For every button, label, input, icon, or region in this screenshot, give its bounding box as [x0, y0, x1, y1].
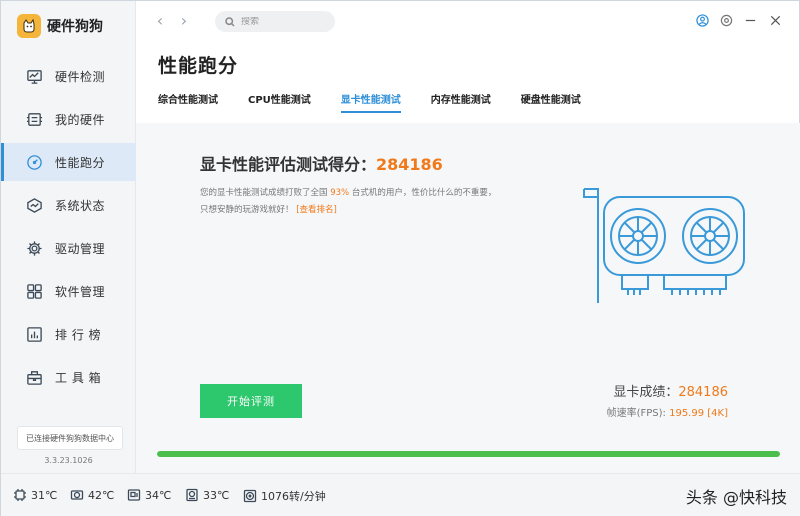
gear-icon — [25, 239, 43, 257]
sidebar-item-label: 排 行 榜 — [55, 327, 102, 342]
brand: 硬件狗狗 — [17, 13, 103, 39]
sidebar-item-label: 软件管理 — [55, 284, 106, 299]
minimize-icon[interactable] — [743, 13, 757, 27]
score-label: 显卡性能评估测试得分： — [200, 155, 377, 174]
toolbox-icon — [25, 368, 43, 386]
ranking-icon — [25, 325, 43, 343]
back-arrow-icon[interactable]: ‹ — [152, 13, 168, 29]
gpu-icon — [70, 490, 84, 500]
search-input[interactable] — [241, 16, 331, 27]
sidebar-item-hardware-detect[interactable]: 硬件检测 — [1, 57, 136, 95]
top-bar: ‹ › — [136, 1, 800, 41]
fan-speed-stat: 1076转/分钟 — [243, 488, 326, 504]
sidebar-item-label: 性能跑分 — [55, 155, 106, 170]
gpu-temp-value: 42℃ — [88, 488, 115, 502]
sidebar-nav: 硬件检测 我的硬件 性能跑分 系统状态 驱动管理 软件管理 排 行 榜 工 具 … — [1, 57, 136, 401]
settings-icon[interactable] — [719, 13, 733, 27]
system-status-icon — [25, 196, 43, 214]
status-bar: 31℃ 42℃ 34℃ 33℃ 1076转/分钟 头条 @快科技 — [1, 473, 800, 516]
tab-gpu[interactable]: 显卡性能测试 — [340, 91, 401, 113]
score-value: 284186 — [376, 155, 443, 174]
fps-label: 帧速率(FPS): — [606, 408, 670, 419]
sidebar: 硬件狗狗 硬件检测 我的硬件 性能跑分 系统状态 驱动管理 软件管理 排 行 榜… — [1, 1, 136, 473]
fan-speed-value: 1076转/分钟 — [261, 490, 326, 503]
gpu-score-line: 显卡成绩：284186 — [607, 381, 728, 400]
sidebar-item-label: 驱动管理 — [55, 241, 106, 256]
score-description: 您的显卡性能测试成绩打败了全国 93% 台式机的用户，性价比什么的不重要，只想安… — [200, 185, 500, 219]
sidebar-item-system-status[interactable]: 系统状态 — [1, 186, 136, 224]
dog-logo-icon — [17, 14, 41, 38]
board-temp-stat: 34℃ — [127, 488, 171, 502]
motherboard-icon — [127, 489, 141, 501]
fan-icon — [243, 489, 257, 503]
benchmark-progress-bar — [157, 451, 780, 457]
desc-percent: 93% — [330, 188, 350, 198]
board-temp-value: 34℃ — [145, 488, 172, 502]
sidebar-item-label: 工 具 箱 — [55, 370, 102, 385]
page-title: 性能跑分 — [158, 55, 239, 77]
cpu-temp-value: 31℃ — [31, 488, 58, 502]
progress-fill — [157, 451, 780, 457]
data-center-status[interactable]: 已连接硬件狗狗数据中心 — [17, 426, 123, 450]
speedometer-icon — [25, 153, 43, 171]
sidebar-item-label: 硬件检测 — [55, 69, 106, 84]
tab-memory[interactable]: 内存性能测试 — [431, 91, 491, 113]
search-icon — [225, 16, 235, 27]
sidebar-item-software-management[interactable]: 软件管理 — [1, 272, 136, 310]
disk-icon — [186, 488, 198, 502]
gpu-temp-stat: 42℃ — [70, 488, 114, 502]
fps-value: 195.99 [4K] — [669, 408, 728, 419]
version-label: 3.3.23.1026 — [44, 456, 93, 465]
fps-line: 帧速率(FPS): 195.99 [4K] — [607, 404, 728, 419]
user-icon[interactable] — [695, 13, 709, 27]
app-name: 硬件狗狗 — [47, 19, 103, 35]
forward-arrow-icon[interactable]: › — [176, 13, 192, 29]
benchmark-tabs: 综合性能测试 CPU性能测试 显卡性能测试 内存性能测试 硬盘性能测试 — [158, 91, 611, 113]
sidebar-item-ranking[interactable]: 排 行 榜 — [1, 315, 136, 353]
tab-cpu[interactable]: CPU性能测试 — [248, 91, 311, 113]
sidebar-item-toolbox[interactable]: 工 具 箱 — [1, 358, 136, 396]
sidebar-item-driver-management[interactable]: 驱动管理 — [1, 229, 136, 267]
sidebar-item-label: 系统状态 — [55, 198, 106, 213]
sidebar-item-my-hardware[interactable]: 我的硬件 — [1, 100, 136, 138]
gpu-score-value: 284186 — [678, 385, 728, 400]
tab-disk[interactable]: 硬盘性能测试 — [521, 91, 581, 113]
sidebar-item-label: 我的硬件 — [55, 112, 106, 127]
start-benchmark-button[interactable]: 开始评测 — [200, 384, 302, 418]
main-panel: 性能跑分 综合性能测试 CPU性能测试 显卡性能测试 内存性能测试 硬盘性能测试… — [136, 41, 800, 473]
app-window: 硬件狗狗 硬件检测 我的硬件 性能跑分 系统状态 驱动管理 软件管理 排 行 榜… — [0, 0, 800, 516]
graphics-card-icon — [583, 188, 745, 303]
tab-overall[interactable]: 综合性能测试 — [158, 91, 218, 113]
gpu-benchmark-panel: 显卡性能评估测试得分：284186 您的显卡性能测试成绩打败了全国 93% 台式… — [136, 123, 800, 473]
disk-temp-stat: 33℃ — [185, 488, 229, 502]
desc-text-1: 您的显卡性能测试成绩打败了全国 — [200, 188, 331, 198]
score-heading: 显卡性能评估测试得分：284186 — [200, 151, 443, 175]
search-box[interactable] — [215, 11, 335, 32]
close-icon[interactable] — [768, 13, 782, 27]
hardware-icon — [25, 110, 43, 128]
monitor-icon — [25, 67, 43, 85]
cpu-icon — [14, 489, 26, 501]
apps-icon — [25, 282, 43, 300]
gpu-score-label: 显卡成绩： — [613, 385, 679, 400]
view-ranking-link[interactable]: [查看排名] — [296, 205, 337, 215]
sidebar-item-benchmark[interactable]: 性能跑分 — [1, 143, 136, 181]
disk-temp-value: 33℃ — [203, 488, 230, 502]
cpu-temp-stat: 31℃ — [13, 488, 57, 502]
watermark: 头条 @快科技 — [685, 488, 787, 507]
result-summary: 显卡成绩：284186 帧速率(FPS): 195.99 [4K] — [607, 381, 728, 419]
